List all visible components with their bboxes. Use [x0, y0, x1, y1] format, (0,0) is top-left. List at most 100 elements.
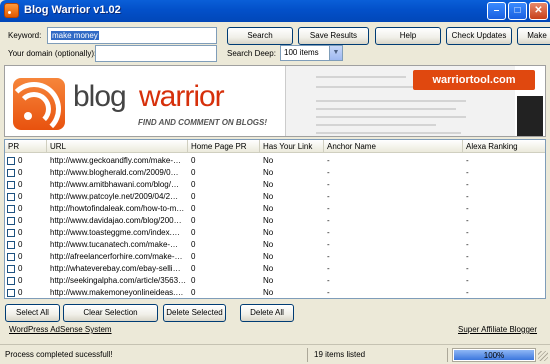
table-row[interactable]: 0 http://www.tucanatech.com/make-… 0 No - -	[5, 239, 545, 251]
table-row[interactable]: 0 http://www.patcoyle.net/2009/04/2… 0 No - -	[5, 191, 545, 203]
chevron-down-icon[interactable]: ▼	[329, 46, 342, 60]
cell-homepage-pr: 0	[191, 252, 196, 261]
tagline: FIND AND COMMENT ON BLOGS!	[138, 118, 268, 127]
cell-anchor: -	[327, 156, 330, 165]
row-checkbox[interactable]	[7, 277, 15, 285]
row-checkbox[interactable]	[7, 265, 15, 273]
cell-pr: 0	[18, 288, 23, 297]
search-deep-select[interactable]: 100 items ▼	[280, 45, 343, 61]
clear-selection-button[interactable]: Clear Selection	[63, 304, 158, 322]
col-header-pr[interactable]: PR	[5, 140, 47, 153]
table-row[interactable]: 0 http://www.davidajao.com/blog/200… 0 No - -	[5, 215, 545, 227]
title-bar[interactable]: Blog Warrior v1.02 – □ ✕	[0, 0, 550, 22]
domain-input[interactable]	[95, 45, 217, 62]
cell-url: http://afreelancerforhire.com/make-…	[50, 252, 183, 261]
resize-grip[interactable]	[538, 351, 548, 361]
cell-anchor: -	[327, 216, 330, 225]
cell-url: http://seekingalpha.com/article/3563…	[50, 276, 186, 285]
row-checkbox[interactable]	[7, 193, 15, 201]
cell-has-link: No	[263, 168, 274, 177]
cell-alexa: -	[466, 216, 469, 225]
cell-pr: 0	[18, 156, 23, 165]
table-row[interactable]: 0 http://www.toasteggme.com/index.… 0 No - -	[5, 227, 545, 239]
row-checkbox[interactable]	[7, 253, 15, 261]
cell-has-link: No	[263, 240, 274, 249]
site-badge: warriortool.com	[413, 70, 535, 90]
make-button[interactable]: Make	[517, 27, 550, 45]
minimize-button[interactable]: –	[487, 2, 506, 20]
cell-alexa: -	[466, 228, 469, 237]
col-header-alexa[interactable]: Alexa Ranking	[463, 140, 545, 153]
cell-alexa: -	[466, 156, 469, 165]
status-message: Process completed sucessfull!	[2, 348, 308, 362]
row-checkbox[interactable]	[7, 181, 15, 189]
row-checkbox[interactable]	[7, 169, 15, 177]
cell-url: http://www.geckoandfly.com/make-…	[50, 156, 182, 165]
search-button[interactable]: Search	[227, 27, 293, 45]
cell-has-link: No	[263, 276, 274, 285]
progress-bar: 100%	[452, 348, 536, 362]
table-row[interactable]: 0 http://www.makemoneyonlineideas.… 0 No - -	[5, 287, 545, 298]
app-icon	[4, 3, 19, 18]
cell-has-link: No	[263, 180, 274, 189]
banner[interactable]: blog warrior FIND AND COMMENT ON BLOGS! …	[4, 65, 546, 137]
cell-homepage-pr: 0	[191, 168, 196, 177]
table-row[interactable]: 0 http://www.amitbhawani.com/blog/… 0 No - -	[5, 179, 545, 191]
cell-pr: 0	[18, 192, 23, 201]
cell-homepage-pr: 0	[191, 216, 196, 225]
keyword-input[interactable]: make money	[47, 27, 217, 44]
cell-alexa: -	[466, 180, 469, 189]
wordpress-adsense-link[interactable]: WordPress AdSense System	[9, 325, 112, 334]
cell-pr: 0	[18, 216, 23, 225]
table-row[interactable]: 0 http://www.geckoandfly.com/make-… 0 No - -	[5, 155, 545, 167]
table-row[interactable]: 0 http://www.blogherald.com/2009/0… 0 No - -	[5, 167, 545, 179]
cell-pr: 0	[18, 252, 23, 261]
cell-has-link: No	[263, 252, 274, 261]
search-deep-value: 100 items	[284, 48, 319, 57]
cell-url: http://www.toasteggme.com/index.…	[50, 228, 180, 237]
cell-pr: 0	[18, 228, 23, 237]
logo-warrior: warrior	[139, 80, 225, 113]
row-checkbox[interactable]	[7, 229, 15, 237]
cell-homepage-pr: 0	[191, 264, 196, 273]
results-table[interactable]: PR URL Home Page PR Has Your Link Anchor…	[4, 139, 546, 299]
row-checkbox[interactable]	[7, 241, 15, 249]
cell-url: http://www.makemoneyonlineideas.…	[50, 288, 184, 297]
status-count: 19 items listed	[311, 348, 448, 362]
select-all-button[interactable]: Select All	[5, 304, 60, 322]
cell-pr: 0	[18, 264, 23, 273]
table-row[interactable]: 0 http://afreelancerforhire.com/make-… 0 No…	[5, 251, 545, 263]
table-row[interactable]: 0 http://whateverebay.com/ebay-selli… 0 No -…	[5, 263, 545, 275]
cell-alexa: -	[466, 252, 469, 261]
delete-selected-button[interactable]: Delete Selected	[163, 304, 226, 322]
help-button[interactable]: Help	[375, 27, 441, 45]
cell-homepage-pr: 0	[191, 204, 196, 213]
cell-url: http://www.patcoyle.net/2009/04/2…	[50, 192, 179, 201]
table-row[interactable]: 0 http://seekingalpha.com/article/3563… 0 N…	[5, 275, 545, 287]
search-deep-label: Search Deep:	[227, 49, 276, 58]
cell-url: http://howtofindaleak.com/how-to-m…	[50, 204, 185, 213]
super-affiliate-link[interactable]: Super Affiliate Blogger	[458, 325, 537, 334]
cell-has-link: No	[263, 288, 274, 297]
col-header-anchor[interactable]: Anchor Name	[324, 140, 463, 153]
rss-icon	[7, 78, 65, 136]
row-checkbox[interactable]	[7, 217, 15, 225]
row-checkbox[interactable]	[7, 157, 15, 165]
table-row[interactable]: 0 http://howtofindaleak.com/how-to-m… 0 No -…	[5, 203, 545, 215]
close-button[interactable]: ✕	[529, 2, 548, 20]
cell-alexa: -	[466, 240, 469, 249]
check-updates-button[interactable]: Check Updates	[446, 27, 512, 45]
cell-alexa: -	[466, 204, 469, 213]
col-header-url[interactable]: URL	[47, 140, 188, 153]
delete-all-button[interactable]: Delete All	[240, 304, 294, 322]
row-checkbox[interactable]	[7, 289, 15, 297]
cell-homepage-pr: 0	[191, 276, 196, 285]
row-checkbox[interactable]	[7, 205, 15, 213]
cell-anchor: -	[327, 204, 330, 213]
maximize-button[interactable]: □	[508, 2, 527, 20]
col-header-homepage-pr[interactable]: Home Page PR	[188, 140, 260, 153]
col-header-has-link[interactable]: Has Your Link	[260, 140, 324, 153]
cell-homepage-pr: 0	[191, 192, 196, 201]
save-results-button[interactable]: Save Results	[298, 27, 369, 45]
cell-url: http://www.davidajao.com/blog/200…	[50, 216, 182, 225]
